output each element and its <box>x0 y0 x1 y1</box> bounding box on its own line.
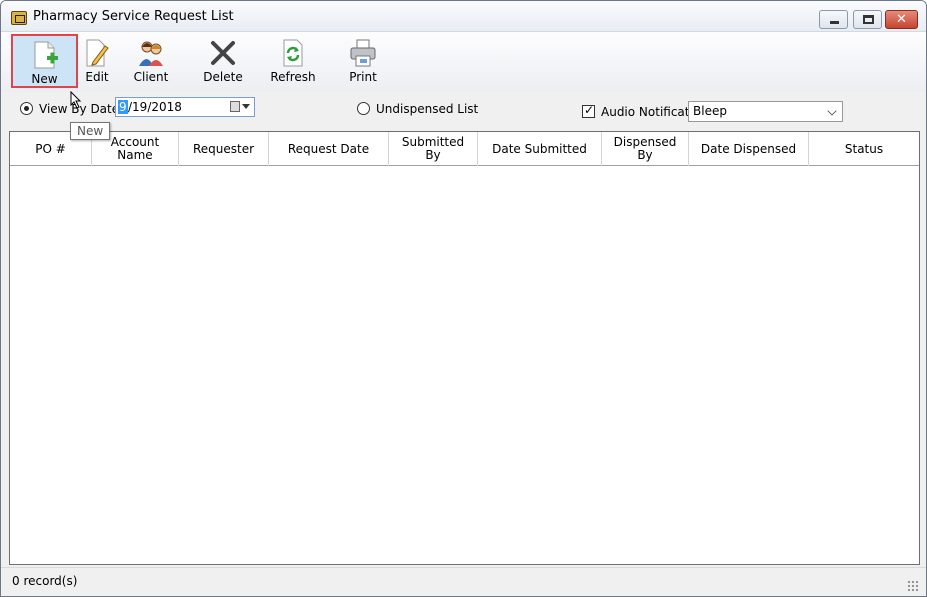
status-bar: 0 record(s) <box>1 567 926 596</box>
audio-sound-select[interactable]: Bleep <box>688 101 843 122</box>
request-grid[interactable]: PO # Account Name Requester Request Date … <box>9 131 920 565</box>
refresh-button-label: Refresh <box>270 70 316 84</box>
audio-sound-value: Bleep <box>693 104 727 118</box>
resize-grip-icon[interactable] <box>907 580 918 591</box>
new-document-plus-icon <box>34 41 58 69</box>
pharmacy-service-request-window: Pharmacy Service Request List ✕ New Edit <box>0 0 927 597</box>
audio-notification-checkbox[interactable]: ✓ <box>582 103 595 118</box>
client-people-icon <box>139 41 163 66</box>
maximize-icon <box>863 15 874 24</box>
column-header-submitted-by[interactable]: Submitted By <box>389 132 478 166</box>
grid-header: PO # Account Name Requester Request Date … <box>10 132 919 166</box>
client-button-label: Client <box>133 70 169 84</box>
printer-icon <box>350 39 376 67</box>
undispensed-list-label: Undispensed List <box>376 102 479 116</box>
toolbar: New Edit Client Delete Refresh Print <box>1 32 926 92</box>
delete-button[interactable]: Delete <box>201 34 245 88</box>
view-by-date-radio[interactable] <box>20 102 33 115</box>
refresh-button[interactable]: Refresh <box>267 34 319 88</box>
new-button-label: New <box>31 72 58 86</box>
column-header-date-submitted[interactable]: Date Submitted <box>478 132 602 166</box>
title-bar[interactable]: Pharmacy Service Request List ✕ <box>1 1 926 32</box>
date-dropdown-button[interactable] <box>228 100 252 114</box>
undispensed-list-radio[interactable] <box>357 102 370 115</box>
new-button-tooltip: New <box>70 122 111 140</box>
date-value: /19/2018 <box>128 100 182 114</box>
close-icon: ✕ <box>896 12 907 27</box>
record-count: 0 record(s) <box>12 574 78 588</box>
edit-button[interactable]: Edit <box>81 34 113 88</box>
delete-button-label: Delete <box>203 70 243 84</box>
close-button[interactable]: ✕ <box>885 10 918 29</box>
edit-button-label: Edit <box>85 70 109 84</box>
filter-bar: View By Date 9 /19/2018 Undispensed List… <box>1 92 926 130</box>
column-header-dispensed-by[interactable]: Dispensed By <box>602 132 689 166</box>
calendar-icon <box>230 101 240 112</box>
window-title: Pharmacy Service Request List <box>33 9 234 24</box>
minimize-button[interactable] <box>819 10 848 29</box>
client-button[interactable]: Client <box>129 34 173 88</box>
print-button-label: Print <box>349 70 377 84</box>
column-header-requester[interactable]: Requester <box>179 132 269 166</box>
refresh-icon <box>283 39 303 67</box>
check-icon: ✓ <box>584 103 595 117</box>
mouse-cursor-icon <box>70 91 82 109</box>
column-header-date-dispensed[interactable]: Date Dispensed <box>689 132 809 166</box>
date-selected-segment: 9 <box>118 100 128 114</box>
column-header-status[interactable]: Status <box>809 132 919 166</box>
new-button[interactable]: New <box>11 34 78 88</box>
app-icon <box>11 11 27 25</box>
chevron-down-icon <box>827 106 837 116</box>
column-header-request-date[interactable]: Request Date <box>269 132 389 166</box>
delete-x-icon <box>211 41 235 65</box>
print-button[interactable]: Print <box>341 34 385 88</box>
minimize-icon <box>830 21 839 24</box>
date-picker[interactable]: 9 /19/2018 <box>115 97 255 117</box>
chevron-down-icon <box>242 104 250 109</box>
maximize-button[interactable] <box>853 10 882 29</box>
edit-pencil-icon <box>86 39 109 67</box>
